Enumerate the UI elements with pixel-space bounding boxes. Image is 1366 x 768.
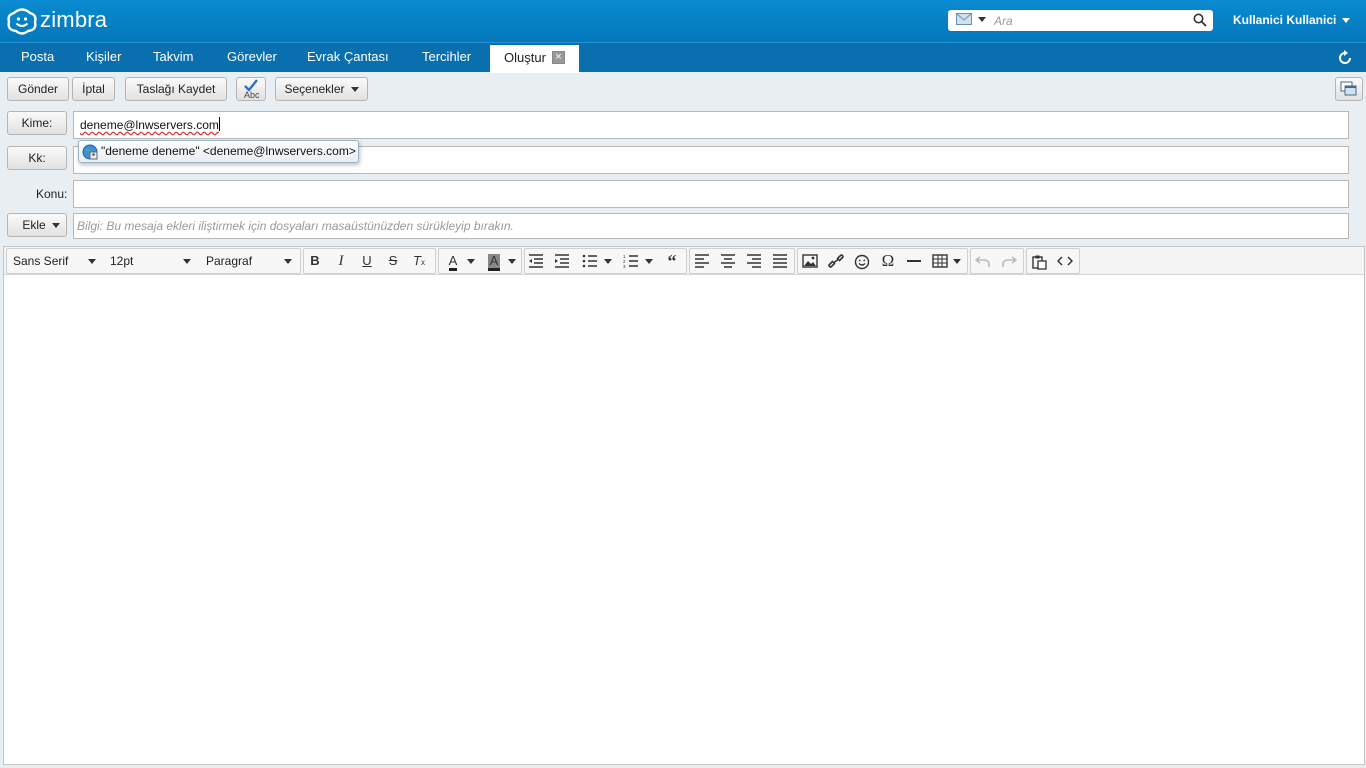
to-field[interactable]: deneme@lnwservers.com	[73, 111, 1349, 139]
background-color-icon[interactable]: A	[482, 251, 506, 271]
search-type-selector[interactable]	[956, 13, 986, 25]
align-left-icon[interactable]	[691, 251, 713, 271]
attach-label: Ekle	[22, 218, 46, 232]
text-color-icon[interactable]: A	[440, 251, 466, 271]
attach-dropdown[interactable]: Ekle	[7, 213, 67, 237]
mail-icon	[956, 13, 972, 25]
special-character-icon[interactable]: Ω	[877, 251, 899, 271]
paste-icon[interactable]	[1028, 251, 1050, 271]
logo-text: zimbra	[40, 7, 108, 32]
tab-takvim[interactable]: Takvim	[153, 43, 193, 72]
svg-text:3: 3	[623, 264, 626, 268]
indent-icon[interactable]	[551, 251, 573, 271]
search-icon[interactable]	[1193, 13, 1207, 27]
tab-evrak-cantasi[interactable]: Evrak Çantası	[307, 43, 389, 72]
horizontal-rule-icon[interactable]	[903, 251, 925, 271]
user-name: Kullanici Kullanici	[1233, 13, 1337, 27]
emoticon-icon[interactable]	[851, 251, 873, 271]
font-size-value: 12pt	[110, 254, 134, 268]
chevron-down-icon	[978, 16, 986, 22]
blockquote-icon[interactable]: “	[661, 251, 683, 271]
tab-kisiler[interactable]: Kişiler	[86, 43, 121, 72]
zimbra-logo[interactable]: zimbra	[6, 7, 107, 35]
to-address-text: deneme@lnwservers.com	[80, 118, 219, 132]
outdent-icon[interactable]	[525, 251, 547, 271]
zimbra-logo-icon	[6, 7, 38, 35]
new-window-icon	[1340, 81, 1357, 96]
spell-check-label: Abc	[244, 90, 260, 100]
tab-posta[interactable]: Posta	[21, 43, 54, 72]
search-input[interactable]	[994, 10, 1184, 31]
chevron-down-icon	[183, 259, 191, 264]
contact-icon	[82, 144, 98, 160]
bold-icon[interactable]: B	[304, 251, 326, 271]
subject-label: Konu:	[36, 187, 68, 201]
spell-check-button[interactable]: Abc	[236, 77, 266, 101]
app-tabs: Posta Kişiler Takvim Görevler Evrak Çant…	[0, 42, 1366, 73]
source-code-icon[interactable]	[1054, 251, 1076, 271]
block-format-select[interactable]: Paragraf	[201, 250, 298, 272]
tab-olustur-label: Oluştur	[504, 50, 546, 65]
text-color-glyph: A	[448, 254, 458, 271]
align-justify-icon[interactable]	[769, 251, 791, 271]
save-draft-button[interactable]: Taslağı Kaydet	[125, 77, 227, 101]
chevron-down-icon[interactable]	[464, 251, 478, 271]
link-icon[interactable]	[825, 251, 847, 271]
italic-icon[interactable]: I	[330, 251, 352, 271]
strikethrough-icon[interactable]: S	[382, 251, 404, 271]
chevron-down-icon	[284, 259, 292, 264]
text-cursor	[218, 117, 220, 131]
refresh-icon[interactable]	[1336, 49, 1354, 67]
underline-icon[interactable]: U	[356, 251, 378, 271]
cancel-button[interactable]: İptal	[72, 77, 115, 101]
editor-toolbar: Sans Serif 12pt Paragraf B I U S Tx A A …	[4, 247, 1364, 275]
font-size-select[interactable]: 12pt	[105, 250, 197, 272]
table-icon[interactable]	[929, 251, 951, 271]
cc-address-button[interactable]: Kk:	[7, 146, 67, 170]
detach-window-button[interactable]	[1335, 77, 1363, 101]
chevron-down-icon[interactable]	[642, 251, 656, 271]
close-icon[interactable]: ×	[551, 51, 565, 65]
autocomplete-text: "deneme deneme" <deneme@lnwservers.com>	[101, 144, 356, 158]
tab-olustur[interactable]: Oluştur ×	[490, 45, 579, 73]
block-format-value: Paragraf	[206, 254, 253, 268]
subject-input[interactable]	[74, 181, 1348, 207]
chevron-down-icon	[1342, 17, 1351, 23]
user-menu[interactable]: Kullanici Kullanici	[1233, 13, 1351, 27]
image-icon[interactable]	[799, 251, 821, 271]
options-dropdown[interactable]: Seçenekler	[275, 77, 368, 101]
search-box	[948, 10, 1213, 31]
bullet-list-icon[interactable]	[579, 251, 601, 271]
align-right-icon[interactable]	[743, 251, 765, 271]
tab-gorevler[interactable]: Görevler	[227, 43, 277, 72]
message-editor: Sans Serif 12pt Paragraf B I U S Tx A A …	[3, 246, 1365, 765]
chevron-down-icon	[52, 223, 60, 228]
font-family-value: Sans Serif	[13, 254, 69, 268]
to-input[interactable]: deneme@lnwservers.com	[80, 117, 220, 132]
message-body[interactable]	[4, 276, 1364, 764]
options-label: Seçenekler	[284, 82, 345, 96]
align-center-icon[interactable]	[717, 251, 739, 271]
app-header: zimbra Kullanici Kullanici	[0, 0, 1366, 42]
chevron-down-icon[interactable]	[601, 251, 615, 271]
chevron-down-icon	[88, 259, 96, 264]
subject-field[interactable]	[73, 180, 1349, 208]
font-family-select[interactable]: Sans Serif	[8, 250, 102, 272]
chevron-down-icon	[350, 87, 359, 93]
clear-formatting-icon[interactable]: Tx	[408, 251, 430, 271]
redo-icon[interactable]	[998, 251, 1020, 271]
tab-tercihler[interactable]: Tercihler	[422, 43, 471, 72]
send-button[interactable]: Gönder	[7, 77, 69, 101]
chevron-down-icon[interactable]	[505, 251, 519, 271]
background-color-glyph: A	[487, 254, 501, 271]
attachment-drop-zone[interactable]: Bilgi: Bu mesaja ekleri iliştirmek için …	[73, 213, 1349, 239]
undo-icon[interactable]	[972, 251, 994, 271]
to-address-button[interactable]: Kime:	[7, 111, 67, 135]
numbered-list-icon[interactable]: 123	[620, 251, 642, 271]
chevron-down-icon[interactable]	[950, 251, 964, 271]
autocomplete-suggestion[interactable]: "deneme deneme" <deneme@lnwservers.com>	[78, 140, 359, 163]
